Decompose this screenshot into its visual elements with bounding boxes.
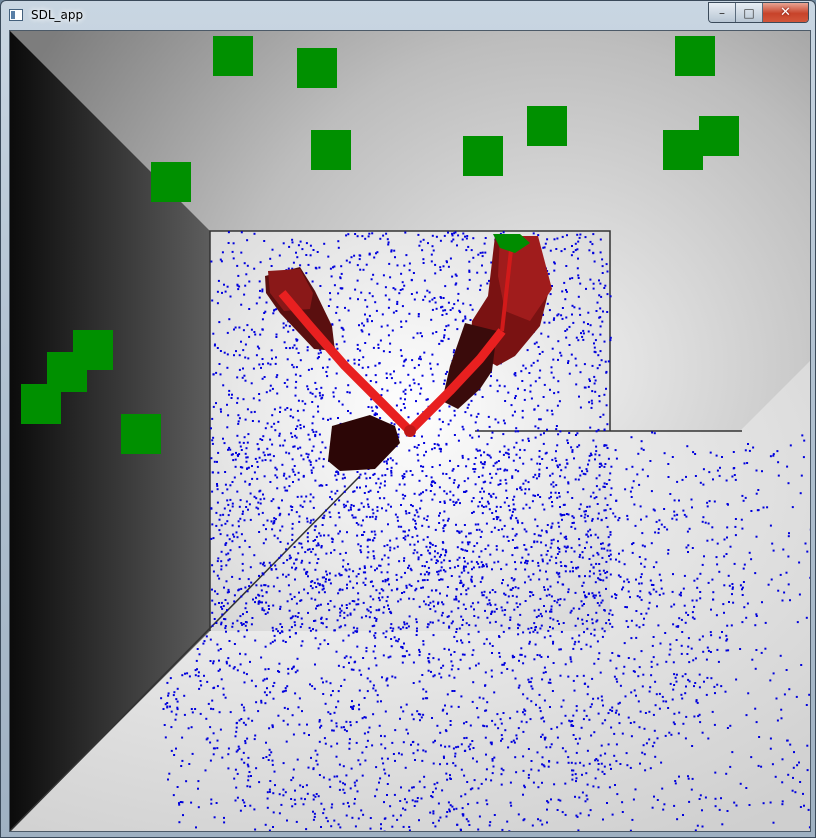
target-square [121, 414, 161, 454]
window-title: SDL_app [31, 8, 84, 22]
minimize-button[interactable]: – [709, 3, 736, 22]
maximize-icon: □ [743, 5, 755, 20]
target-square [151, 162, 191, 202]
target-square [311, 130, 351, 170]
target-square [463, 136, 503, 176]
simulation-scene [10, 31, 810, 831]
arm-joint [404, 425, 416, 437]
target-square [675, 36, 715, 76]
target-square [297, 48, 337, 88]
target-square [663, 130, 703, 170]
title-bar[interactable]: SDL_app – □ ✕ [1, 1, 815, 29]
close-icon: ✕ [780, 5, 791, 20]
render-canvas[interactable] [9, 30, 811, 832]
target-square [21, 384, 61, 424]
caption-buttons: – □ ✕ [708, 2, 809, 23]
target-square [699, 116, 739, 156]
app-icon[interactable] [9, 9, 23, 21]
target-square [213, 36, 253, 76]
minimize-icon: – [719, 5, 725, 20]
app-window: SDL_app – □ ✕ [0, 0, 816, 838]
close-button[interactable]: ✕ [763, 3, 808, 22]
maximize-button[interactable]: □ [736, 3, 763, 22]
target-square [527, 106, 567, 146]
